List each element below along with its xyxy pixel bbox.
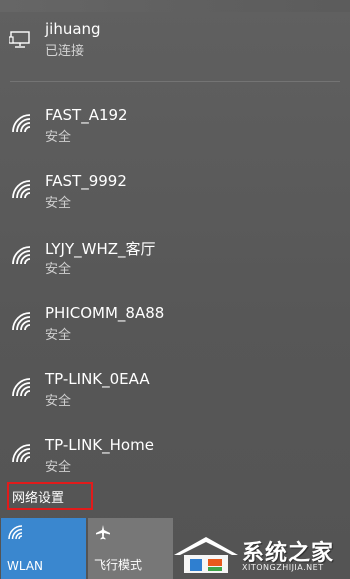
airplane-icon: [96, 525, 110, 540]
wifi-ssid: FAST_9992: [45, 172, 127, 190]
wifi-network-item[interactable]: FAST_A192 安全: [0, 100, 350, 166]
network-settings-link[interactable]: 网络设置: [7, 482, 93, 510]
wifi-ssid: TP-LINK_0EAA: [45, 370, 150, 388]
wifi-security: 安全: [45, 130, 72, 145]
airplane-tile-label: 飞行模式: [94, 558, 143, 572]
wifi-network-item[interactable]: TP-LINK_0EAA 安全: [0, 364, 350, 430]
divider: [10, 81, 340, 82]
connected-network-name: jihuang: [45, 20, 101, 38]
wifi-signal-icon: [12, 444, 31, 463]
wifi-security: 安全: [45, 262, 72, 277]
network-settings-label: 网络设置: [12, 491, 65, 506]
wlan-toggle-tile[interactable]: WLAN: [1, 518, 86, 579]
wifi-ssid: TP-LINK_Home: [45, 436, 154, 454]
site-watermark: 系统之家 XITONGZHIJIA.NET: [170, 531, 346, 577]
house-logo-icon: [174, 537, 238, 573]
wifi-security: 安全: [45, 394, 72, 409]
wifi-signal-icon: [12, 114, 31, 133]
wifi-security: 安全: [45, 460, 72, 475]
top-strip: [0, 0, 350, 12]
wifi-icon: [8, 525, 23, 540]
ethernet-icon: [9, 31, 30, 48]
wifi-ssid: LYJY_WHZ_客厅: [45, 240, 156, 258]
wifi-security: 安全: [45, 328, 72, 343]
watermark-url: XITONGZHIJIA.NET: [242, 563, 324, 572]
connected-network-status: 已连接: [45, 44, 85, 59]
wifi-signal-icon: [12, 246, 31, 265]
wlan-tile-label: WLAN: [7, 559, 44, 573]
wifi-network-list: FAST_A192 安全 FAST_9992 安全 LYJY_WHZ_客厅 安全: [0, 100, 350, 496]
connected-network[interactable]: jihuang 已连接: [0, 18, 350, 72]
wifi-ssid: PHICOMM_8A88: [45, 304, 165, 322]
wifi-security: 安全: [45, 196, 72, 211]
network-flyout: jihuang 已连接 FAST_A192 安全 FAST_9992 安全 LY…: [0, 0, 350, 579]
wifi-signal-icon: [12, 312, 31, 331]
airplane-mode-tile[interactable]: 飞行模式: [88, 518, 173, 579]
wifi-ssid: FAST_A192: [45, 106, 128, 124]
wifi-network-item[interactable]: PHICOMM_8A88 安全: [0, 298, 350, 364]
wifi-signal-icon: [12, 378, 31, 397]
wifi-network-item[interactable]: LYJY_WHZ_客厅 安全: [0, 232, 350, 298]
wifi-signal-icon: [12, 180, 31, 199]
wifi-network-item[interactable]: FAST_9992 安全: [0, 166, 350, 232]
